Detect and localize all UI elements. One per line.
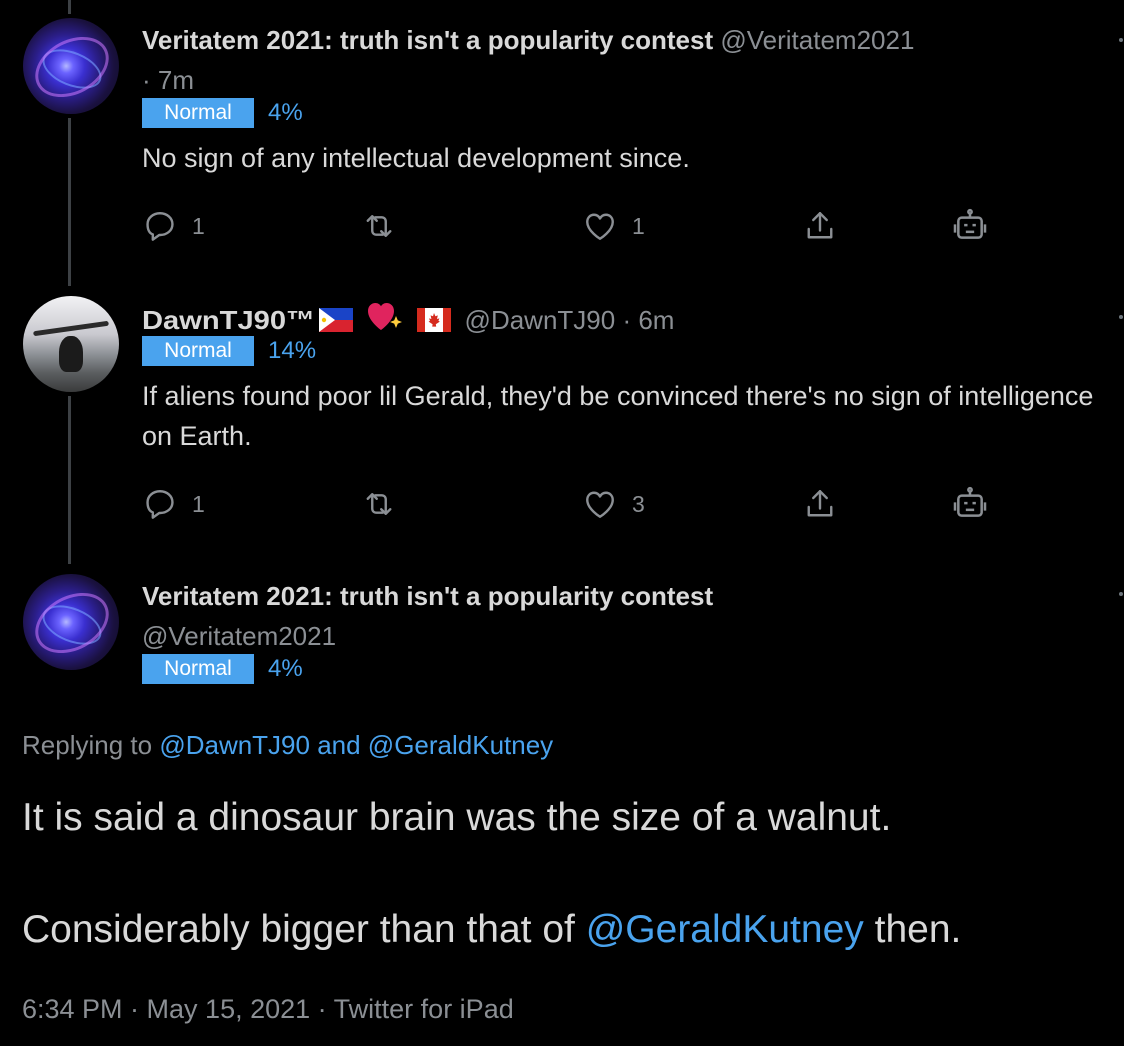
retweet-icon [366, 493, 392, 515]
main-tweet-text-prefix: Considerably bigger than that of [22, 908, 575, 951]
avatar[interactable] [23, 18, 119, 114]
tweet-text: If aliens found poor lil Gerald, they'd … [142, 381, 1094, 451]
score-percent: 14% [268, 337, 317, 364]
more-options-icon[interactable] [1119, 315, 1123, 319]
bot-icon [953, 486, 987, 517]
status-badge: Normal [142, 654, 254, 684]
replying-prefix: Replying to [22, 730, 153, 760]
author-name[interactable]: Veritatem 2021: truth isn't a popularity… [142, 25, 713, 55]
avatar-figure-arms [33, 320, 109, 337]
thread-line [68, 396, 71, 564]
mention-link[interactable]: @GeraldKutney [586, 908, 864, 951]
reply-icon [146, 212, 174, 241]
flag-canada-icon [417, 308, 452, 332]
share-icon [807, 212, 833, 239]
tweet-timestamp[interactable]: 6:34 PM · May 15, 2021 · Twitter for iPa… [22, 990, 514, 1028]
tweet-header: DawnTJ90™ @DawnTJ90 · 6m [142, 300, 674, 338]
score-percent: 4% [268, 99, 303, 126]
status-badge: Normal [142, 98, 254, 128]
retweet-button[interactable] [360, 206, 398, 246]
main-tweet-text-suffix: then. [874, 908, 962, 951]
avatar-figure [59, 336, 83, 372]
replying-to: Replying to @DawnTJ90 and @GeraldKutney [22, 727, 553, 763]
like-icon [586, 491, 614, 518]
retweet-icon [366, 215, 392, 237]
reply-button[interactable]: 1 [142, 206, 205, 246]
tweet-header: Veritatem 2021: truth isn't a popularity… [142, 22, 914, 58]
avatar[interactable] [23, 574, 119, 670]
author-name[interactable]: Veritatem 2021: truth isn't a popularity… [142, 578, 713, 614]
reply-count: 1 [192, 490, 205, 517]
tweet-time[interactable]: · 7m [142, 62, 194, 98]
score-percent: 4% [268, 655, 303, 682]
sparkling-heart-icon [368, 303, 403, 330]
author-handle[interactable]: @Veritatem2021 [720, 25, 914, 55]
score-row: Normal 14% [142, 336, 316, 366]
bot-icon [953, 208, 987, 239]
flag-philippines-icon [318, 308, 353, 332]
share-button[interactable] [802, 206, 838, 246]
more-options-icon[interactable] [1119, 592, 1123, 596]
share-button[interactable] [802, 484, 838, 524]
tweet-actions: 1 3 [0, 484, 1124, 524]
avatar[interactable] [23, 296, 119, 392]
main-tweet-text-line1: It is said a dinosaur brain was the size… [22, 796, 892, 839]
more-options-icon[interactable] [1119, 38, 1123, 42]
reply-icon [146, 490, 174, 519]
tweet-actions: 1 1 [0, 206, 1124, 246]
bot-button[interactable] [950, 484, 990, 524]
thread-line [68, 118, 71, 286]
thread-line [68, 0, 71, 14]
score-row: Normal 4% [142, 98, 303, 128]
share-icon [807, 490, 833, 517]
author-name[interactable]: DawnTJ90™ [142, 302, 315, 338]
replying-mentions-link[interactable]: @DawnTJ90 and @GeraldKutney [159, 730, 553, 760]
like-count: 1 [632, 212, 645, 239]
retweet-button[interactable] [360, 484, 398, 524]
tweet-text: No sign of any intellectual development … [142, 143, 690, 173]
like-icon [586, 213, 614, 240]
reply-count: 1 [192, 212, 205, 239]
author-handle[interactable]: @Veritatem2021 [142, 618, 336, 654]
bot-button[interactable] [950, 206, 990, 246]
status-badge: Normal [142, 336, 254, 366]
like-button[interactable]: 1 [582, 206, 645, 246]
author-handle[interactable]: @DawnTJ90 [465, 305, 616, 335]
like-count: 3 [632, 490, 645, 517]
score-row: Normal 4% [142, 654, 303, 684]
main-tweet-text-line2: Considerably bigger than that of @Gerald… [22, 906, 961, 954]
reply-button[interactable]: 1 [142, 484, 205, 524]
tweet-time[interactable]: · 6m [622, 305, 674, 335]
like-button[interactable]: 3 [582, 484, 645, 524]
